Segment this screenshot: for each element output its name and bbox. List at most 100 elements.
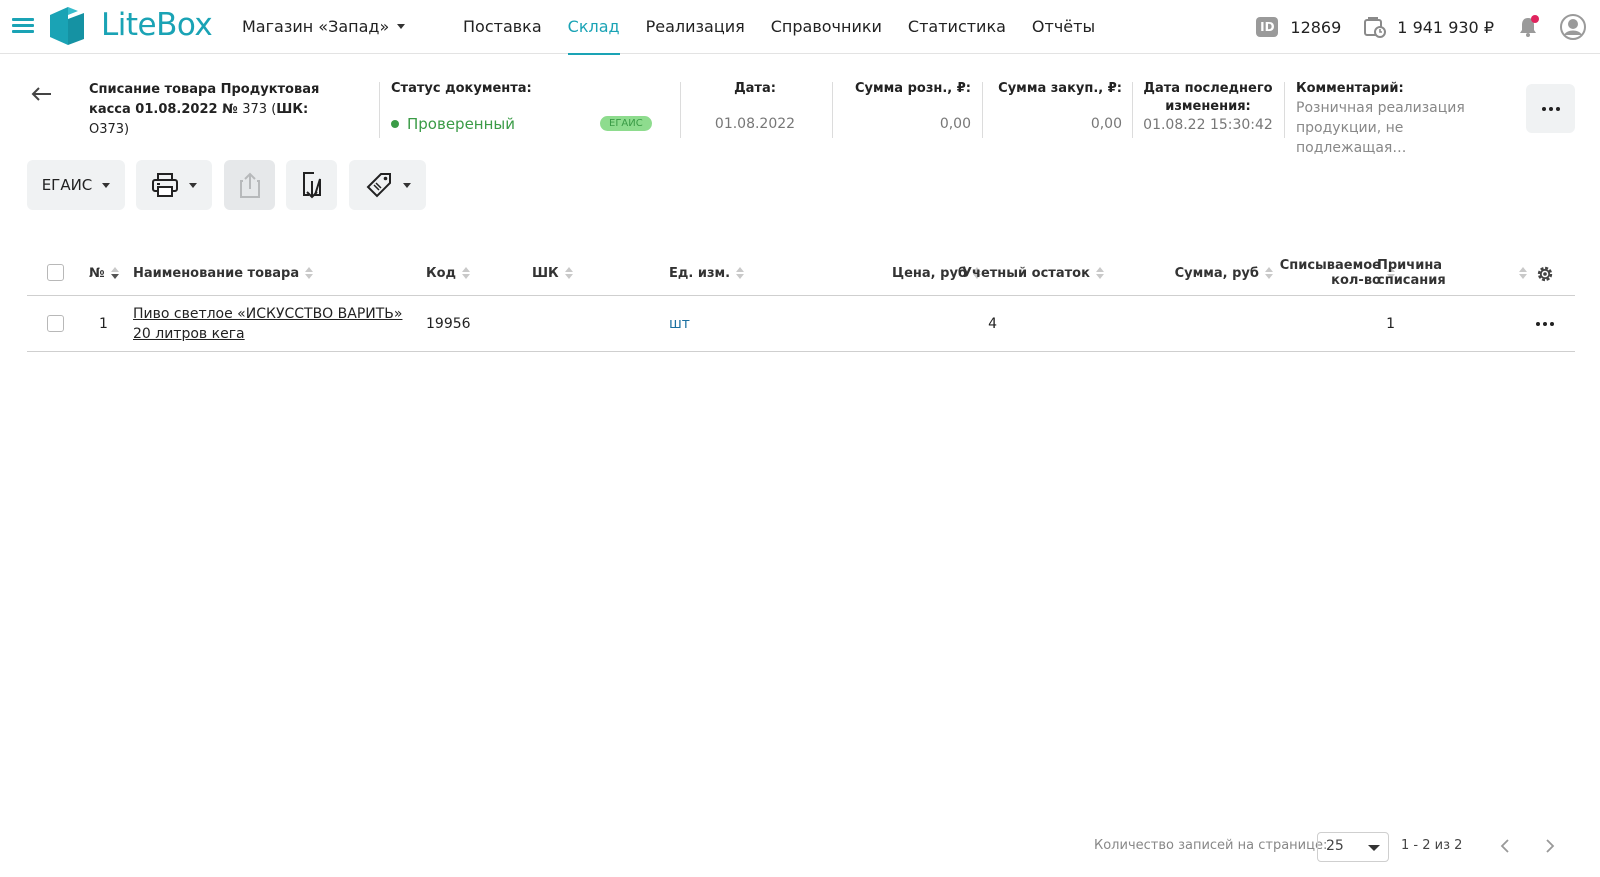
- col-header-qty-line2: кол-во: [1331, 273, 1381, 288]
- sort-icon: [1519, 266, 1527, 280]
- id-icon: ID: [1256, 17, 1279, 37]
- nav-item-statistics[interactable]: Статистика: [895, 0, 1019, 54]
- col-header-qty-line1: Списываемое: [1279, 258, 1381, 273]
- divider: [379, 82, 380, 138]
- download-file-icon: [302, 172, 321, 199]
- more-dot: [1536, 322, 1540, 326]
- divider: [1132, 82, 1133, 138]
- unit-link[interactable]: шт: [669, 316, 690, 332]
- chevron-down-icon: [402, 182, 411, 188]
- printer-icon: [152, 173, 178, 197]
- gear-icon[interactable]: [1535, 264, 1555, 284]
- modified-label-line1: Дата последнего: [1143, 81, 1273, 96]
- store-name: Магазин «Запад»: [242, 17, 390, 36]
- balance: 1 941 930 ₽: [1397, 17, 1494, 37]
- more-dot: [1543, 322, 1547, 326]
- avatar-icon[interactable]: [1560, 14, 1586, 40]
- col-header-unit-label: Ед. изм.: [669, 265, 731, 281]
- document-more-button[interactable]: [1526, 84, 1575, 133]
- divider: [832, 82, 833, 138]
- divider: [1284, 82, 1285, 138]
- nav-item-warehouse[interactable]: Склад: [555, 0, 633, 55]
- select-all-checkbox[interactable]: [47, 264, 64, 281]
- comment-line1: Розничная реализация: [1296, 100, 1465, 116]
- col-header-reason[interactable]: Причина списания: [1377, 250, 1527, 296]
- cell-number: 1: [99, 316, 108, 332]
- sort-icon: [462, 266, 471, 280]
- retail-sum-block: Сумма розн., ₽: 0,00: [842, 80, 971, 132]
- egais-menu-button[interactable]: ЕГАИС: [27, 160, 125, 210]
- export-button[interactable]: [224, 160, 275, 210]
- notifications-button[interactable]: [1516, 15, 1540, 39]
- retail-sum-label: Сумма розн., ₽:: [855, 81, 971, 96]
- store-selector[interactable]: Магазин «Запад»: [242, 17, 406, 36]
- col-header-sum[interactable]: Сумма, руб: [1127, 250, 1273, 296]
- col-header-number[interactable]: №: [89, 250, 119, 296]
- cell-name: Пиво светлое «ИСКУССТВО ВАРИТЬ» 20 литров…: [133, 296, 423, 352]
- back-arrow-icon[interactable]: [30, 84, 52, 104]
- date-value: 01.08.2022: [714, 116, 796, 132]
- row-checkbox[interactable]: [47, 315, 64, 332]
- retail-sum-value: 0,00: [939, 116, 971, 132]
- sort-icon: [1095, 266, 1104, 280]
- document-title: Списание товара Продуктовая касса 01.08.…: [89, 80, 349, 140]
- col-header-price-label: Цена, руб: [892, 265, 967, 281]
- product-link[interactable]: Пиво светлое «ИСКУССТВО ВАРИТЬ» 20 литров…: [133, 304, 402, 344]
- prev-page-icon[interactable]: [1498, 838, 1512, 854]
- table-header: № Наименование товара Код ШК Ед. изм. Це…: [27, 250, 1575, 296]
- nav-item-supply[interactable]: Поставка: [450, 0, 555, 54]
- notification-dot: [1531, 15, 1539, 23]
- menu-icon[interactable]: [12, 18, 34, 34]
- product-name-line1: Пиво светлое «ИСКУССТВО ВАРИТЬ»: [133, 306, 403, 322]
- page-size-label: Количество записей на странице:: [1094, 838, 1328, 853]
- cell-qty[interactable]: 1: [1277, 296, 1395, 352]
- more-dot: [1555, 106, 1560, 111]
- print-menu-button[interactable]: [136, 160, 212, 210]
- col-header-unit[interactable]: Ед. изм.: [669, 250, 745, 296]
- price-tag-menu-button[interactable]: [349, 160, 426, 210]
- col-header-price[interactable]: Цена, руб: [847, 250, 981, 296]
- col-header-qty-label: Списываемое кол-во: [1280, 258, 1381, 288]
- col-header-reason-label: Причина списания: [1377, 258, 1446, 288]
- purchase-sum-value: 0,00: [1090, 116, 1122, 132]
- col-header-barcode[interactable]: ШК: [532, 250, 573, 296]
- barcode-label: ШК:: [276, 102, 309, 117]
- account-id: 12869: [1290, 17, 1342, 37]
- cell-sum: [1127, 296, 1273, 352]
- nav-item-directories[interactable]: Справочники: [758, 0, 895, 54]
- row-more-button[interactable]: [1536, 322, 1554, 326]
- chevron-down-icon: [397, 24, 406, 29]
- chevron-down-icon: [1368, 845, 1380, 851]
- document-number: 373 (: [242, 102, 277, 117]
- status-dot-icon: [391, 120, 399, 128]
- wallet-icon: [1364, 17, 1387, 38]
- page-size-value: 25: [1326, 838, 1344, 854]
- nav-item-reports[interactable]: Отчёты: [1019, 0, 1108, 54]
- table-row[interactable]: 1 Пиво светлое «ИСКУССТВО ВАРИТЬ» 20 литр…: [27, 296, 1575, 352]
- col-header-name[interactable]: Наименование товара: [133, 250, 314, 296]
- items-table: № Наименование товара Код ШК Ед. изм. Це…: [27, 250, 1575, 352]
- nav-item-sales[interactable]: Реализация: [633, 0, 758, 54]
- more-dot: [1541, 106, 1546, 111]
- modified-block: Дата последнего изменения: 01.08.22 15:3…: [1140, 80, 1276, 133]
- logo[interactable]: LiteBox: [44, 5, 224, 49]
- col-header-stock[interactable]: Учетный остаток: [962, 250, 1104, 296]
- sort-icon: [110, 266, 119, 280]
- egais-badge: ЕГАИС: [600, 116, 652, 131]
- col-header-stock-label: Учетный остаток: [962, 265, 1090, 281]
- egais-button-label: ЕГАИС: [41, 176, 93, 194]
- sort-icon: [564, 266, 573, 280]
- comment-block: Комментарий: Розничная реализация продук…: [1296, 80, 1516, 158]
- tag-icon: [366, 173, 391, 198]
- purchase-sum-block: Сумма закуп., ₽: 0,00: [992, 80, 1122, 132]
- next-page-icon[interactable]: [1543, 838, 1557, 854]
- more-dot: [1550, 322, 1554, 326]
- import-button[interactable]: [286, 160, 337, 210]
- col-header-barcode-label: ШК: [532, 265, 559, 281]
- product-name-line2: 20 литров кега: [133, 326, 245, 342]
- col-header-code-label: Код: [426, 265, 457, 281]
- page-size-select[interactable]: 25: [1317, 832, 1389, 862]
- col-header-code[interactable]: Код: [426, 250, 471, 296]
- col-header-qty[interactable]: Списываемое кол-во: [1257, 250, 1395, 296]
- divider: [982, 82, 983, 138]
